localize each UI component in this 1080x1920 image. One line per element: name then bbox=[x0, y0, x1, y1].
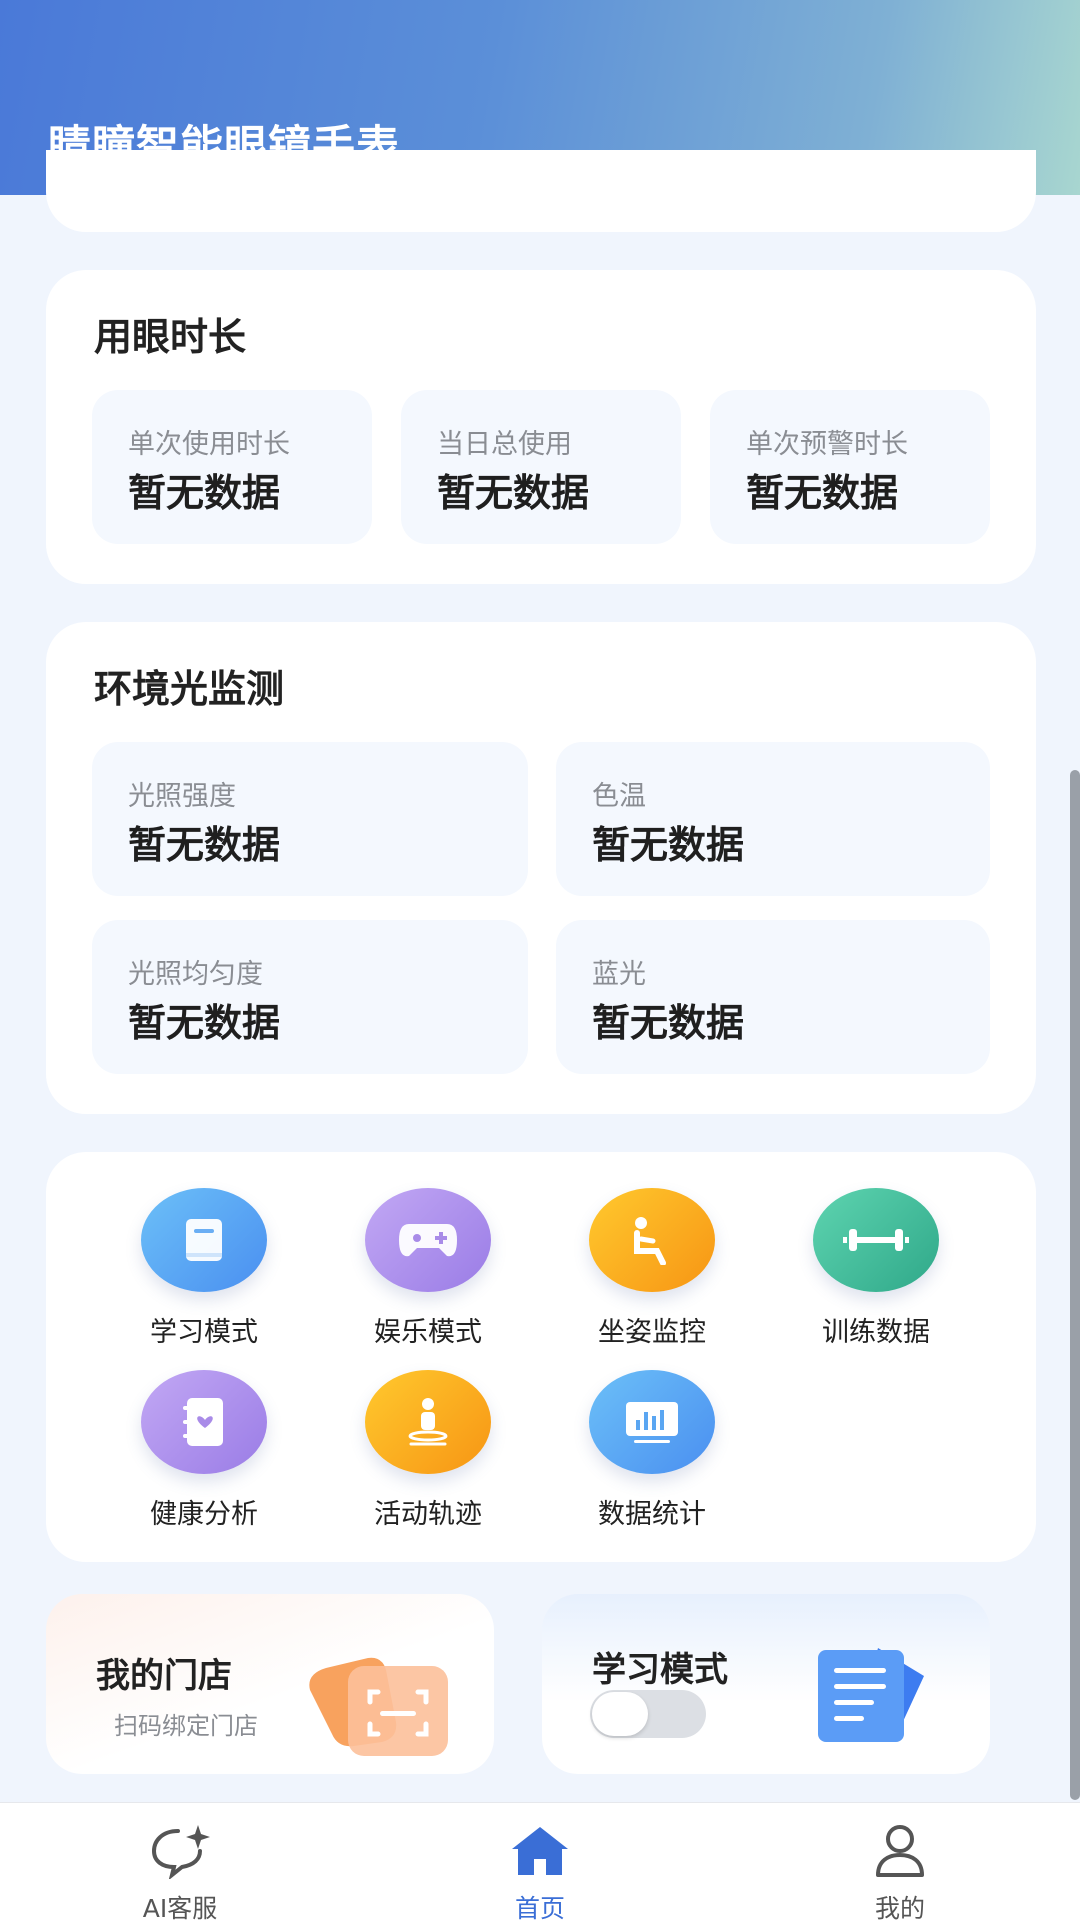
study-mode-toggle[interactable] bbox=[590, 1690, 706, 1738]
toggle-knob bbox=[592, 1692, 648, 1736]
activity-person-icon bbox=[365, 1370, 491, 1474]
home-icon bbox=[440, 1819, 640, 1883]
stat-value: 暂无数据 bbox=[437, 471, 590, 515]
ambient-light-card: 环境光监测 光照强度 暂无数据 色温 暂无数据 光照均匀度 暂无数据 蓝光 暂无… bbox=[46, 622, 1036, 1114]
stat-value: 暂无数据 bbox=[128, 1001, 281, 1045]
store-card-subtitle: 扫码绑定门店 bbox=[114, 1712, 258, 1740]
stat-value: 暂无数据 bbox=[592, 1001, 745, 1045]
function-grid-card: 学习模式 娱乐模式 坐姿监控 训练数据 健康分析 活动轨迹 数据统计 bbox=[46, 1152, 1036, 1562]
chat-sparkle-icon bbox=[80, 1819, 280, 1883]
eye-usage-card: 用眼时长 单次使用时长 暂无数据 当日总使用 暂无数据 单次预警时长 暂无数据 bbox=[46, 270, 1036, 584]
func-data-statistics[interactable]: 数据统计 bbox=[562, 1370, 742, 1531]
stat-daily-total-use: 当日总使用 暂无数据 bbox=[401, 390, 681, 544]
func-training-data[interactable]: 训练数据 bbox=[786, 1188, 966, 1349]
my-store-card[interactable]: 我的门店 扫码绑定门店 bbox=[46, 1594, 494, 1774]
stat-color-temperature: 色温 暂无数据 bbox=[556, 742, 990, 896]
func-entertainment-mode[interactable]: 娱乐模式 bbox=[338, 1188, 518, 1349]
store-card-title: 我的门店 bbox=[96, 1656, 232, 1696]
user-icon bbox=[800, 1819, 1000, 1883]
scrollbar[interactable] bbox=[1070, 770, 1080, 1800]
eye-usage-title: 用眼时长 bbox=[94, 315, 247, 359]
gamepad-icon bbox=[365, 1188, 491, 1292]
func-label: 坐姿监控 bbox=[598, 1317, 706, 1348]
stat-single-warning-duration: 单次预警时长 暂无数据 bbox=[710, 390, 990, 544]
stat-light-uniformity: 光照均匀度 暂无数据 bbox=[92, 920, 528, 1074]
stat-label: 色温 bbox=[592, 781, 646, 812]
stat-label: 当日总使用 bbox=[437, 429, 572, 460]
dumbbell-icon bbox=[813, 1188, 939, 1292]
func-label: 学习模式 bbox=[150, 1317, 258, 1348]
func-label: 健康分析 bbox=[150, 1499, 258, 1530]
stat-single-use-duration: 单次使用时长 暂无数据 bbox=[92, 390, 372, 544]
study-mode-card: 学习模式 bbox=[542, 1594, 990, 1774]
func-health-analysis[interactable]: 健康分析 bbox=[114, 1370, 294, 1531]
document-icon bbox=[812, 1638, 942, 1748]
stat-value: 暂无数据 bbox=[746, 471, 899, 515]
seated-person-icon bbox=[589, 1188, 715, 1292]
tab-label: 我的 bbox=[874, 1894, 925, 1920]
func-label: 训练数据 bbox=[822, 1317, 930, 1348]
stat-value: 暂无数据 bbox=[128, 823, 281, 867]
stat-label: 单次预警时长 bbox=[746, 429, 908, 460]
func-label: 活动轨迹 bbox=[374, 1499, 482, 1530]
func-posture-monitor[interactable]: 坐姿监控 bbox=[562, 1188, 742, 1349]
stat-light-intensity: 光照强度 暂无数据 bbox=[92, 742, 528, 896]
tab-home[interactable]: 首页 bbox=[440, 1803, 640, 1920]
stat-value: 暂无数据 bbox=[592, 823, 745, 867]
study-card-title: 学习模式 bbox=[592, 1650, 728, 1690]
scan-icon bbox=[304, 1634, 454, 1762]
func-study-mode[interactable]: 学习模式 bbox=[114, 1188, 294, 1349]
bar-chart-icon bbox=[589, 1370, 715, 1474]
ambient-light-title: 环境光监测 bbox=[94, 667, 285, 711]
bottom-tab-bar: AI客服 首页 我的 bbox=[0, 1802, 1080, 1920]
health-notebook-icon bbox=[141, 1370, 267, 1474]
book-icon bbox=[141, 1188, 267, 1292]
stat-label: 光照均匀度 bbox=[128, 959, 263, 990]
stat-blue-light: 蓝光 暂无数据 bbox=[556, 920, 990, 1074]
stat-label: 单次使用时长 bbox=[128, 429, 290, 460]
tab-label: AI客服 bbox=[142, 1894, 218, 1920]
stat-label: 蓝光 bbox=[592, 959, 646, 990]
tab-label: 首页 bbox=[514, 1894, 565, 1920]
previous-card-bottom bbox=[46, 150, 1036, 232]
stat-value: 暂无数据 bbox=[128, 471, 281, 515]
tab-mine[interactable]: 我的 bbox=[800, 1803, 1000, 1920]
stat-label: 光照强度 bbox=[128, 781, 236, 812]
tab-ai-service[interactable]: AI客服 bbox=[80, 1803, 280, 1920]
func-label: 娱乐模式 bbox=[374, 1317, 482, 1348]
func-label: 数据统计 bbox=[598, 1499, 706, 1530]
func-activity-track[interactable]: 活动轨迹 bbox=[338, 1370, 518, 1531]
